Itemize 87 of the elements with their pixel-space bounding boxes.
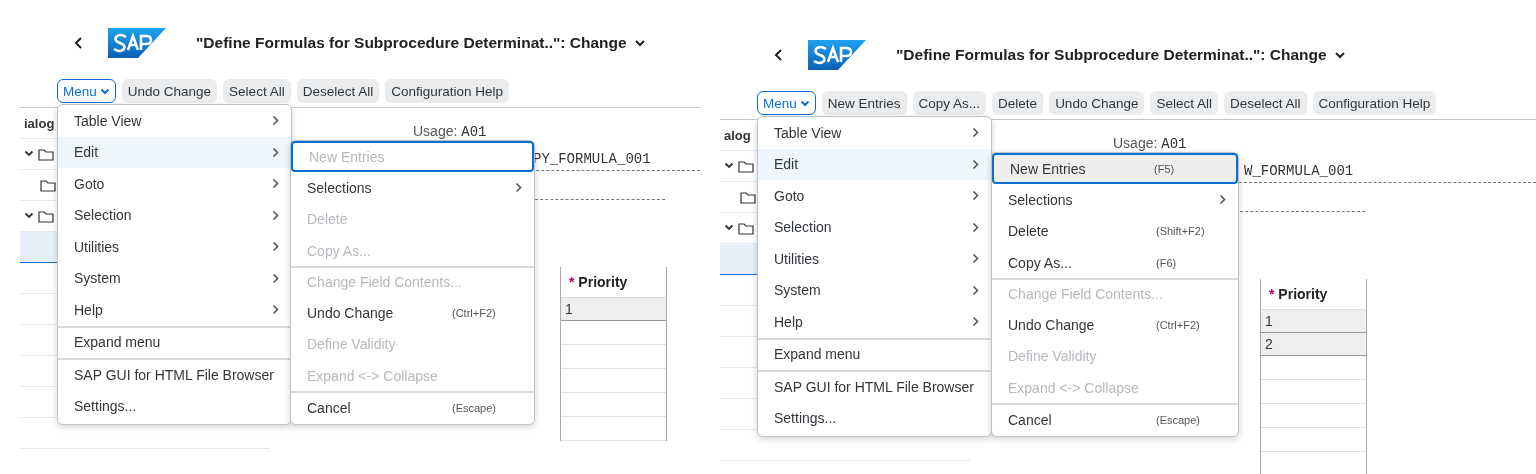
caret-icon[interactable] xyxy=(633,39,646,47)
menu-item[interactable]: Goto xyxy=(58,168,291,200)
folder-icon xyxy=(38,147,54,161)
table-cell[interactable]: 1 xyxy=(561,298,666,321)
formula-name: W_FORMULA_001 xyxy=(1244,163,1354,179)
toolbar-button[interactable]: Delete xyxy=(992,91,1044,115)
menu-item[interactable]: Selections xyxy=(992,184,1238,216)
chevron-icon xyxy=(272,272,279,284)
menu-item[interactable]: Copy As... (F6) xyxy=(992,246,1238,279)
menu-item[interactable]: Selections xyxy=(291,172,534,204)
table-cell[interactable]: 1 xyxy=(1261,310,1366,333)
menu-item[interactable]: Expand menu xyxy=(758,337,991,370)
menu-item[interactable]: Settings... xyxy=(58,390,291,422)
toolbar-button[interactable]: Select All xyxy=(223,79,291,103)
chevron-icon xyxy=(272,209,279,221)
usage-value: A01 xyxy=(461,124,487,140)
menu-item[interactable]: Table View xyxy=(758,117,991,149)
menu-item[interactable]: Selection xyxy=(758,211,991,243)
menu-item[interactable]: SAP GUI for HTML File Browser xyxy=(758,370,991,403)
folder-icon xyxy=(738,159,754,173)
chevron-icon xyxy=(1219,194,1226,206)
toolbar-button[interactable]: Copy As... xyxy=(912,91,987,115)
menu-item[interactable]: Help xyxy=(58,294,291,326)
logo xyxy=(808,40,866,70)
window-title: "Define Formulas for Subprocedure Determinat..": Change xyxy=(896,46,1327,64)
formula-name: PY_FORMULA_001 xyxy=(533,151,651,167)
chevron-icon xyxy=(515,182,522,194)
expand-icon[interactable] xyxy=(24,212,34,220)
chevron-icon xyxy=(272,178,279,190)
menu-item[interactable]: Utilities xyxy=(758,243,991,275)
expand-icon[interactable] xyxy=(724,162,734,170)
chevron-icon xyxy=(972,221,979,233)
usage-value: A01 xyxy=(1161,136,1187,152)
toolbar-button[interactable]: Select All xyxy=(1150,91,1218,115)
folder-icon xyxy=(38,209,54,223)
folder-icon xyxy=(40,178,56,192)
caret-icon xyxy=(799,99,810,107)
chevron-icon xyxy=(272,115,279,127)
chevron-icon xyxy=(972,190,979,202)
menu-button[interactable]: Menu xyxy=(757,91,816,115)
menu-button[interactable]: Menu xyxy=(57,79,116,103)
chevron-icon xyxy=(272,146,279,158)
chevron-icon xyxy=(972,253,979,265)
chevron-icon xyxy=(972,158,979,170)
menu-item[interactable]: Goto xyxy=(758,180,991,212)
menu-item[interactable]: Cancel (Escape) xyxy=(291,391,534,423)
tree-header: alog xyxy=(724,127,751,143)
menu-item[interactable]: Undo Change (Ctrl+F2) xyxy=(992,309,1238,341)
caret-icon[interactable] xyxy=(1333,51,1346,59)
menu-item[interactable]: Undo Change (Ctrl+F2) xyxy=(291,297,534,329)
toolbar-button[interactable]: Undo Change xyxy=(1049,91,1145,115)
menu-item[interactable]: Delete (Shift+F2) xyxy=(992,215,1238,247)
menu-item[interactable]: System xyxy=(758,274,991,306)
chevron-icon xyxy=(272,241,279,253)
toolbar-button[interactable]: Configuration Help xyxy=(1312,91,1437,115)
menu-item[interactable]: Selection xyxy=(58,199,291,231)
menu-item[interactable]: System xyxy=(58,262,291,294)
chevron-icon xyxy=(972,316,979,328)
logo xyxy=(108,28,166,58)
folder-icon xyxy=(738,221,754,235)
toolbar-button[interactable]: Configuration Help xyxy=(385,79,509,103)
menu-item[interactable]: Table View xyxy=(58,105,291,137)
menu-item[interactable]: Cancel (Escape) xyxy=(992,403,1238,435)
menu-item[interactable]: Utilities xyxy=(58,231,291,263)
caret-icon xyxy=(99,87,110,95)
menu-item[interactable]: Edit xyxy=(58,136,291,168)
chevron-icon xyxy=(272,304,279,316)
table-cell[interactable]: 2 xyxy=(1261,333,1366,356)
expand-icon[interactable] xyxy=(724,224,734,232)
menu-item[interactable]: Help xyxy=(758,306,991,338)
chevron-icon xyxy=(972,284,979,296)
tree-header: ialog xyxy=(24,115,55,131)
expand-icon[interactable] xyxy=(24,150,34,158)
usage-label: Usage: xyxy=(413,123,458,139)
toolbar-button[interactable]: Deselect All xyxy=(1224,91,1307,115)
toolbar-button[interactable]: Deselect All xyxy=(296,79,380,103)
menu-item[interactable]: New Entries (F5) xyxy=(992,153,1238,185)
toolbar-button[interactable]: New Entries xyxy=(821,91,907,115)
chevron-icon xyxy=(972,127,979,139)
menu-item[interactable]: Edit xyxy=(758,148,991,180)
back-icon[interactable] xyxy=(74,36,84,50)
toolbar-button[interactable]: Undo Change xyxy=(121,79,218,103)
back-icon[interactable] xyxy=(774,48,784,62)
usage-label: Usage: xyxy=(1113,135,1158,151)
window-title: "Define Formulas for Subprocedure Determinat..": Change xyxy=(196,34,627,52)
folder-icon xyxy=(740,190,756,204)
menu-item[interactable]: Settings... xyxy=(758,402,991,434)
